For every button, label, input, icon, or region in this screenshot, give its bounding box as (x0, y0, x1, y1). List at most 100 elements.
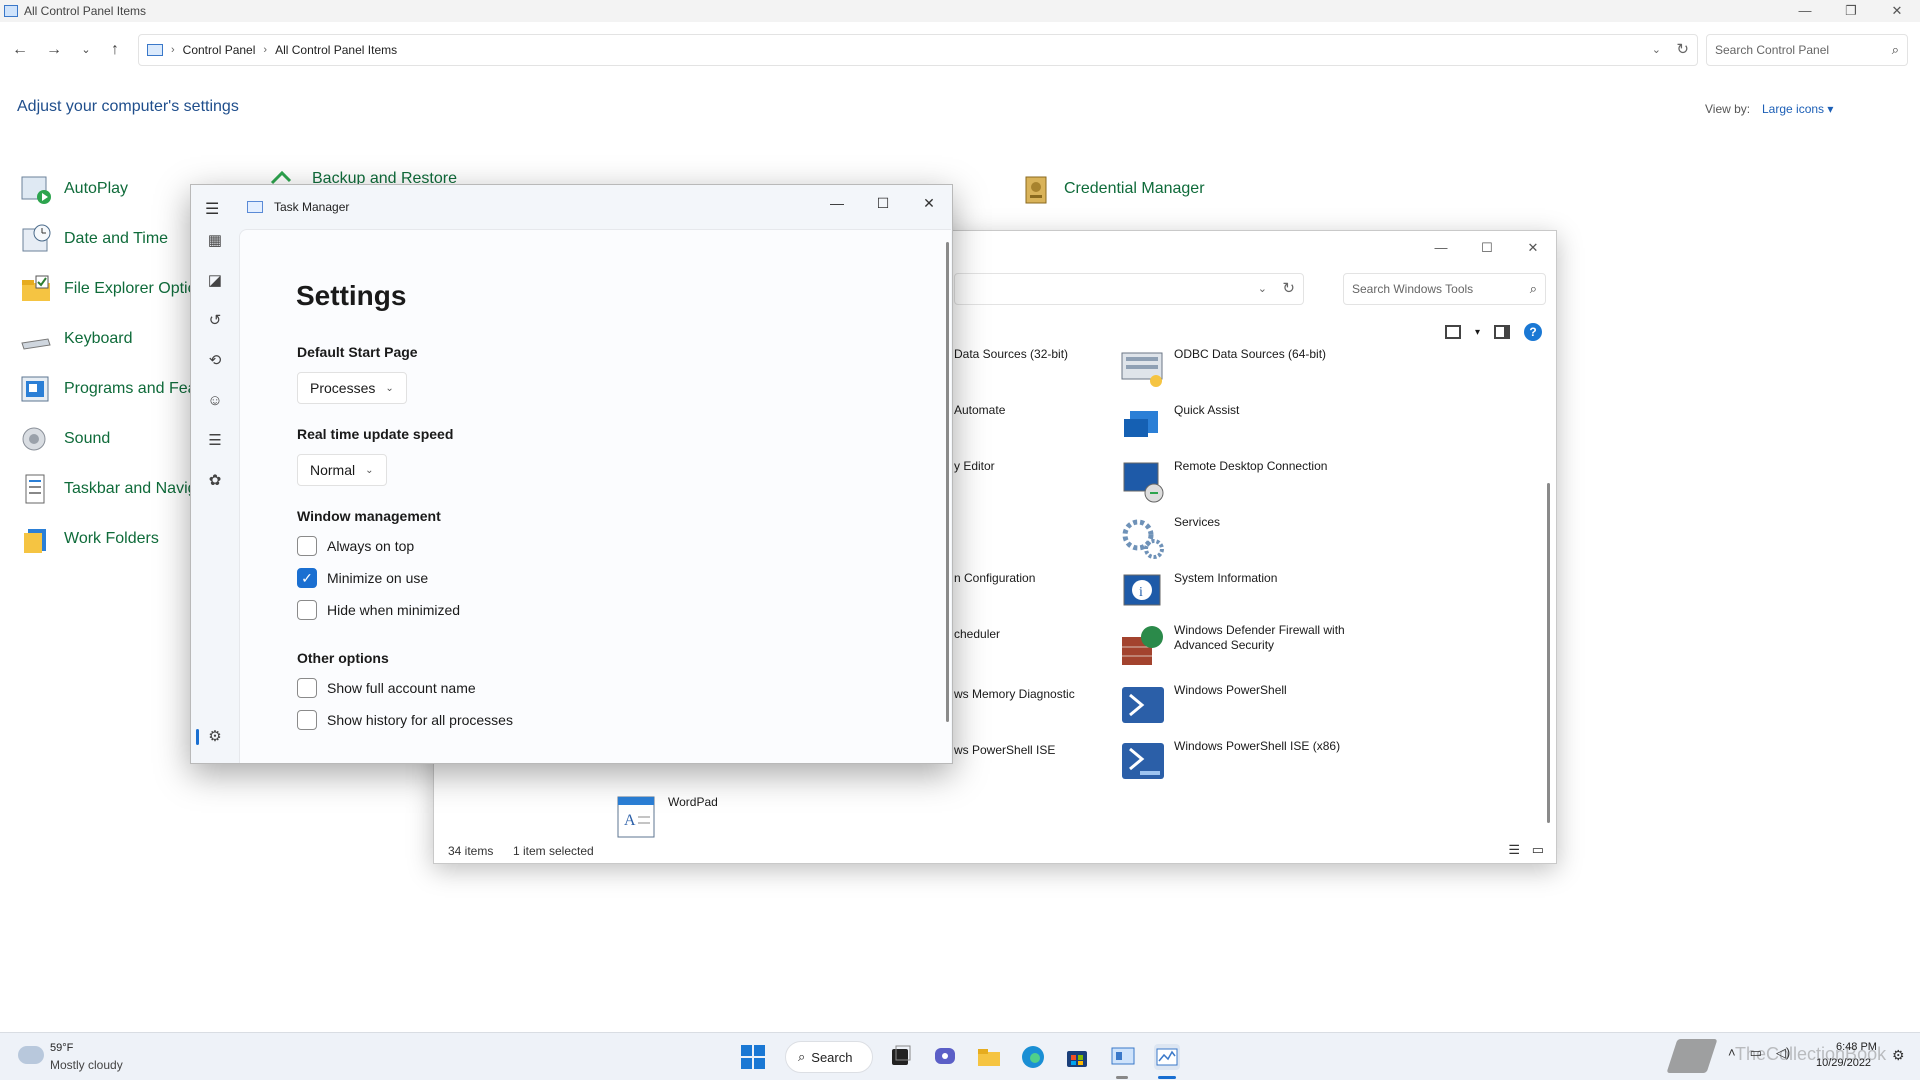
details-icon[interactable]: ☰ (203, 429, 227, 453)
cp-item-label[interactable]: File Explorer Optio (64, 280, 197, 298)
wt-item-label[interactable]: y Editor (954, 459, 1144, 474)
control-panel-search[interactable]: ⌕ (1706, 34, 1908, 66)
chevron-right-icon[interactable]: › (263, 44, 267, 56)
chevron-down-icon[interactable]: ⌄ (1258, 282, 1267, 295)
address-bar[interactable]: › Control Panel › All Control Panel Item… (138, 34, 1698, 66)
chat-icon[interactable] (932, 1044, 958, 1070)
close-button[interactable]: ✕ (1874, 0, 1920, 22)
services-icon[interactable]: ✿ (203, 469, 227, 493)
wt-item-label[interactable]: n Configuration (954, 571, 1144, 586)
minimize-button[interactable]: — (814, 189, 860, 217)
taskbar-search[interactable]: ⌕ Search (785, 1041, 873, 1073)
wt-item-powershell-ise-x86[interactable]: Windows PowerShell ISE (x86) (1120, 739, 1364, 785)
default-start-page-value[interactable]: Processes (310, 380, 375, 396)
minimize-button[interactable]: — (1782, 0, 1828, 22)
wt-item-wordpad[interactable]: A WordPad (614, 795, 858, 841)
hide-when-minimized-option[interactable]: Hide when minimized (297, 600, 460, 620)
wt-item-memory-diagnostic[interactable]: ws Memory Diagnostic (954, 687, 1144, 702)
view-by-dropdown[interactable]: Large icons ▾ (1762, 102, 1833, 116)
checkbox-label[interactable]: Always on top (327, 538, 414, 554)
wt-item-defender-firewall[interactable]: Windows Defender Firewall with Advanced … (1120, 623, 1364, 669)
wt-item-label[interactable]: Windows PowerShell ISE (x86) (1174, 739, 1364, 754)
wt-item-label[interactable]: Windows PowerShell (1174, 683, 1364, 698)
up-arrow-icon[interactable]: ↑ (103, 38, 127, 62)
cp-item-label[interactable]: Taskbar and Navig (64, 480, 197, 498)
wt-item-label[interactable]: WordPad (668, 795, 858, 810)
refresh-icon[interactable]: ↻ (1282, 279, 1295, 297)
view-options-icon[interactable] (1444, 325, 1461, 339)
cp-item-label[interactable]: Sound (64, 430, 110, 448)
windows-tools-search[interactable]: ⌕ (1343, 273, 1546, 305)
scrollbar[interactable] (1547, 483, 1550, 823)
notification-gear-icon[interactable]: ⚙ (1892, 1047, 1905, 1064)
wt-item-label[interactable]: Services (1174, 515, 1364, 530)
weather-temperature[interactable]: 59°F (50, 1042, 73, 1054)
wt-item-registry-editor[interactable]: y Editor (954, 459, 1144, 474)
minimize-button[interactable]: — (1418, 237, 1464, 259)
cp-item-label[interactable]: Credential Manager (1064, 180, 1205, 198)
restore-button[interactable]: ❐ (1828, 0, 1874, 22)
wt-item-task-scheduler[interactable]: cheduler (954, 627, 1144, 642)
task-manager-icon[interactable] (1154, 1044, 1180, 1070)
processes-icon[interactable]: ▦ (203, 229, 227, 253)
wt-item-powershell[interactable]: Windows PowerShell (1120, 683, 1364, 729)
performance-icon[interactable]: ◪ (203, 269, 227, 293)
refresh-icon[interactable]: ↻ (1676, 40, 1689, 58)
chevron-down-icon[interactable]: ⌄ (1652, 43, 1661, 56)
checkbox-label[interactable]: Hide when minimized (327, 602, 460, 618)
wt-item-label[interactable]: Automate (954, 403, 1144, 418)
volume-icon[interactable]: ◁) (1776, 1045, 1790, 1061)
scrollbar[interactable] (946, 242, 949, 722)
users-icon[interactable]: ☺ (203, 389, 227, 413)
checkbox-label[interactable]: Show full account name (327, 680, 476, 696)
cp-item-work-folders[interactable]: Work Folders (20, 522, 159, 556)
chevron-down-icon[interactable]: ⌄ (385, 383, 393, 394)
maximize-button[interactable]: ☐ (1464, 237, 1510, 259)
close-button[interactable]: ✕ (906, 189, 952, 217)
wt-item-label[interactable]: cheduler (954, 627, 1144, 642)
show-history-option[interactable]: Show history for all processes (297, 710, 513, 730)
update-speed-value[interactable]: Normal (310, 462, 355, 478)
start-windows-icon[interactable] (740, 1044, 766, 1070)
task-view-icon[interactable] (888, 1044, 914, 1070)
show-full-account-name-option[interactable]: Show full account name (297, 678, 476, 698)
search-input[interactable] (1352, 282, 1512, 296)
always-on-top-option[interactable]: Always on top (297, 536, 414, 556)
cp-item-label[interactable]: Keyboard (64, 330, 133, 348)
wt-item-remote-desktop[interactable]: Remote Desktop Connection (1120, 459, 1364, 505)
always-on-top-checkbox[interactable] (297, 536, 317, 556)
wt-item-label[interactable]: ws PowerShell ISE (954, 743, 1144, 758)
close-button[interactable]: ✕ (1510, 237, 1556, 259)
file-explorer-icon[interactable] (976, 1044, 1002, 1070)
hamburger-menu-icon[interactable]: ☰ (205, 199, 219, 219)
chevron-down-icon[interactable]: ▾ (1475, 327, 1480, 338)
checkbox-label[interactable]: Show history for all processes (327, 712, 513, 728)
wt-item-quick-assist[interactable]: Quick Assist (1120, 403, 1364, 449)
control-panel-icon[interactable] (1110, 1044, 1136, 1070)
forward-arrow-icon[interactable]: → (42, 38, 66, 62)
view-by-value[interactable]: Large icons (1762, 102, 1824, 116)
search-icon[interactable]: ⌕ (1892, 42, 1899, 58)
wt-item-label[interactable]: Windows Defender Firewall with Advanced … (1174, 623, 1364, 653)
search-icon[interactable]: ⌕ (1530, 281, 1537, 297)
breadcrumb-all-items[interactable]: All Control Panel Items (275, 43, 397, 57)
search-input[interactable] (1715, 43, 1875, 57)
help-icon[interactable]: ? (1524, 323, 1542, 341)
weather-description[interactable]: Mostly cloudy (50, 1058, 123, 1072)
wt-item-odbc-64[interactable]: ODBC Data Sources (64-bit) (1120, 347, 1364, 393)
cp-item-label[interactable]: Work Folders (64, 530, 159, 548)
address-bar[interactable]: ⌄ ↻ (954, 273, 1304, 305)
hide-when-minimized-checkbox[interactable] (297, 600, 317, 620)
clock-date[interactable]: 10/29/2022 (1816, 1057, 1871, 1069)
wt-item-label[interactable]: ODBC Data Sources (64-bit) (1174, 347, 1364, 362)
wt-item-label[interactable]: Quick Assist (1174, 403, 1364, 418)
details-view-icon[interactable]: ☰ (1508, 842, 1520, 858)
cp-item-programs-features[interactable]: Programs and Feat (20, 372, 201, 406)
maximize-button[interactable]: ☐ (860, 189, 906, 217)
chevron-up-icon[interactable]: ˄ (1728, 1045, 1736, 1061)
wt-item-label[interactable]: Remote Desktop Connection (1174, 459, 1364, 474)
default-start-page-dropdown[interactable]: Processes ⌄ (297, 372, 407, 404)
cp-item-label[interactable]: AutoPlay (64, 180, 128, 198)
app-history-icon[interactable]: ↺ (203, 309, 227, 333)
cp-item-label[interactable]: Programs and Feat (64, 380, 201, 398)
